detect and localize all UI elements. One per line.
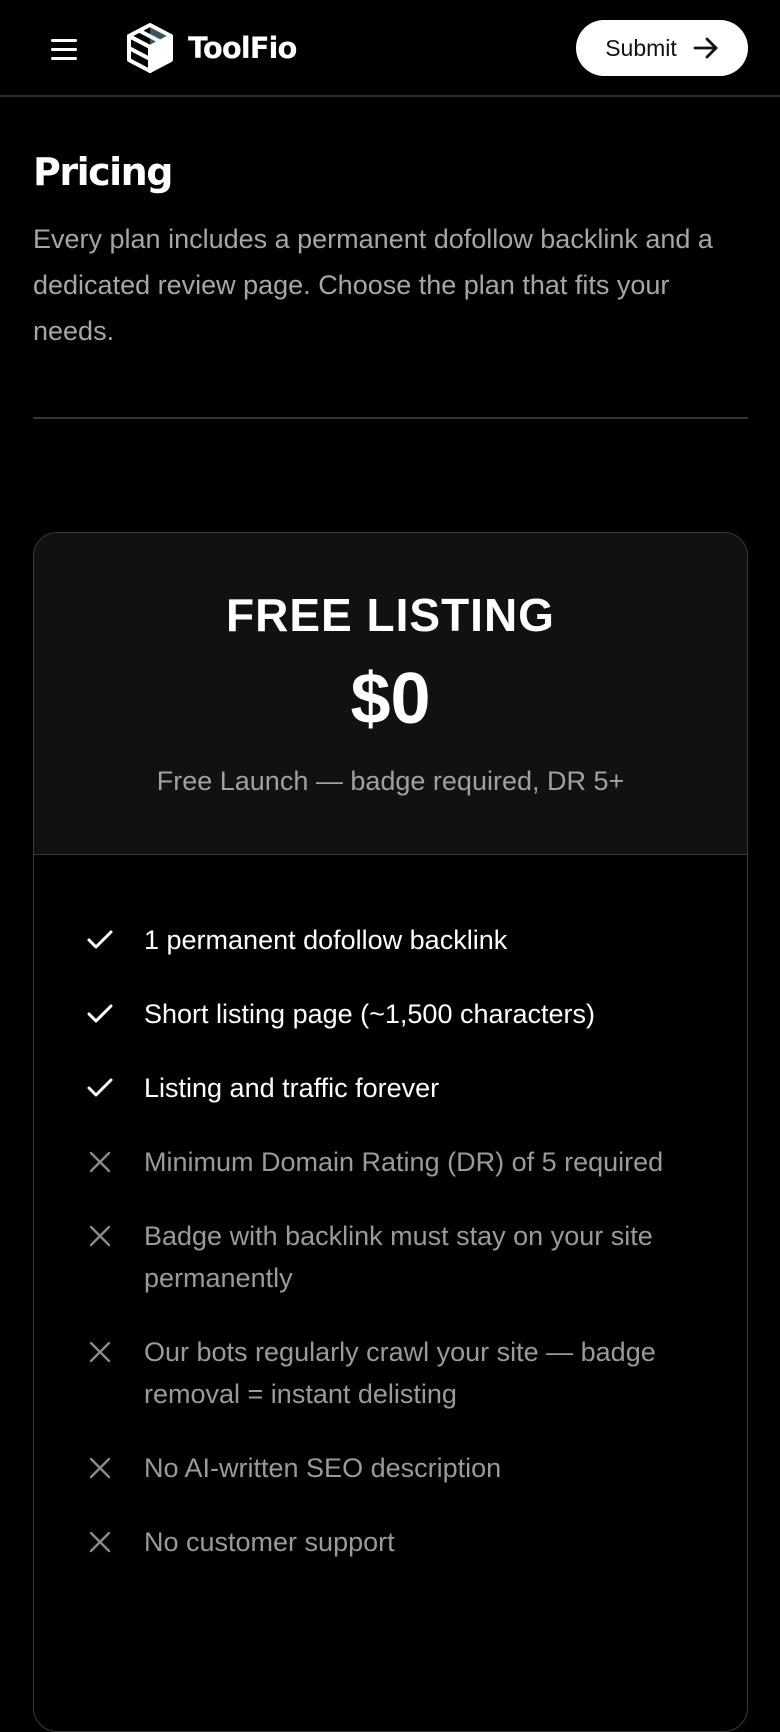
check-icon [82,993,118,1035]
submit-button[interactable]: Submit [576,20,748,76]
feature-item: No customer support [34,1521,747,1563]
top-navigation-bar: ToolFio Submit [0,0,780,97]
hamburger-menu-icon[interactable] [44,33,84,65]
check-icon [82,919,118,961]
feature-text: No AI-written SEO description [144,1453,502,1483]
x-icon [82,1141,118,1183]
feature-item: Our bots regularly crawl your site — bad… [34,1331,747,1415]
feature-text: Our bots regularly crawl your site — bad… [144,1337,656,1409]
brand-logo[interactable]: ToolFio [124,20,297,76]
feature-item: 1 permanent dofollow backlink [34,919,747,961]
cube-logo-icon [127,23,173,73]
feature-list: 1 permanent dofollow backlink Short listi… [34,855,747,1563]
feature-text: Minimum Domain Rating (DR) of 5 required [144,1147,664,1177]
feature-text: Badge with backlink must stay on your si… [144,1221,653,1293]
feature-text: 1 permanent dofollow backlink [144,925,508,955]
x-icon [82,1447,118,1489]
x-icon [82,1331,118,1373]
brand-name: ToolFio [188,31,297,65]
page-title: Pricing [33,150,173,194]
check-icon [82,1067,118,1109]
feature-item: Badge with backlink must stay on your si… [34,1215,747,1299]
feature-item: Minimum Domain Rating (DR) of 5 required [34,1141,747,1183]
plan-note: Free Launch — badge required, DR 5+ [156,766,625,796]
feature-item: Short listing page (~1,500 characters) [34,993,747,1035]
feature-item: Listing and traffic forever [34,1067,747,1109]
feature-text: Listing and traffic forever [144,1073,440,1103]
page-description: Every plan includes a permanent dofollow… [33,224,713,346]
plan-price: $0 [350,659,431,739]
feature-item: No AI-written SEO description [34,1447,747,1489]
feature-text: Short listing page (~1,500 characters) [144,999,595,1029]
arrow-right-icon [693,37,718,59]
x-icon [82,1215,118,1257]
feature-text: No customer support [144,1527,395,1557]
submit-button-label: Submit [605,34,677,61]
plan-name: FREE LISTING [226,589,555,641]
section-divider [33,417,748,419]
pricing-card-header: FREE LISTING $0 Free Launch — badge requ… [34,533,747,855]
pricing-card-free: FREE LISTING $0 Free Launch — badge requ… [33,532,748,1732]
x-icon [82,1521,118,1563]
